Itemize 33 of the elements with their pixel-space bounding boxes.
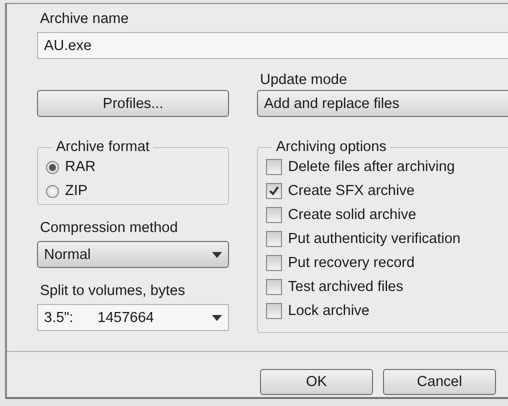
compression-method-dropdown[interactable]: Normal bbox=[37, 241, 229, 268]
radio-button[interactable] bbox=[46, 160, 59, 174]
option-label: Lock archive bbox=[288, 303, 370, 319]
field-label: Archive name bbox=[40, 10, 130, 28]
dialog-button[interactable]: OK bbox=[260, 369, 373, 395]
option-label: Put authenticity verification bbox=[288, 231, 460, 247]
option-label: Test archived files bbox=[288, 279, 404, 295]
caret-icon bbox=[212, 314, 222, 320]
archive-name-field[interactable]: AU.exe bbox=[37, 32, 508, 59]
option-label: Put recovery record bbox=[288, 255, 415, 271]
checkbox[interactable] bbox=[266, 231, 282, 247]
checkbox[interactable] bbox=[266, 255, 282, 271]
checkbox[interactable] bbox=[266, 303, 282, 319]
checkbox[interactable] bbox=[266, 183, 282, 199]
caret-icon bbox=[212, 252, 222, 258]
option-label: Create SFX archive bbox=[288, 183, 415, 199]
field-label: Update mode bbox=[260, 71, 348, 89]
update-mode-dropdown[interactable]: Add and replace files bbox=[257, 90, 508, 117]
option-label: RAR bbox=[65, 159, 96, 175]
checkbox[interactable] bbox=[266, 279, 282, 295]
group-title: Archive format bbox=[55, 139, 150, 155]
radio-button[interactable] bbox=[46, 184, 59, 198]
option-label: Create solid archive bbox=[288, 207, 416, 223]
checkbox[interactable] bbox=[266, 207, 282, 223]
profiles-button[interactable]: Profiles... bbox=[37, 90, 229, 117]
field-label: Split to volumes, bytes bbox=[40, 282, 186, 300]
option-label: ZIP bbox=[65, 183, 88, 199]
group-title: Archiving options bbox=[275, 139, 388, 155]
field-label: Compression method bbox=[40, 219, 179, 237]
checkbox[interactable] bbox=[266, 159, 282, 175]
split-volumes-dropdown[interactable]: 3.5": 1457664 bbox=[37, 304, 229, 331]
dialog-button[interactable]: Cancel bbox=[383, 369, 496, 395]
option-label: Delete files after archiving bbox=[288, 159, 455, 175]
